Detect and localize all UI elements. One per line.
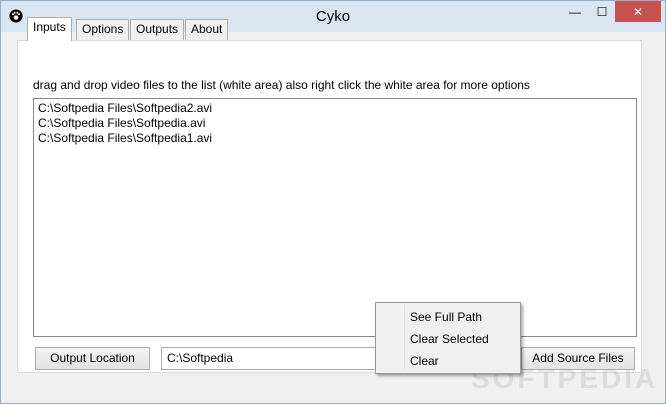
drag-drop-hint: drag and drop video files to the list (w…	[33, 78, 530, 92]
output-location-button[interactable]: Output Location	[35, 347, 150, 370]
tab-options[interactable]: Options	[76, 19, 130, 40]
maximize-icon: ☐	[596, 4, 608, 19]
source-file-list[interactable]: C:\Softpedia Files\Softpedia2.avi C:\Sof…	[33, 98, 637, 337]
output-path-field[interactable]: C:\Softpedia	[161, 347, 381, 370]
tab-inputs[interactable]: Inputs	[27, 17, 72, 41]
tab-about[interactable]: About	[185, 19, 229, 40]
list-item[interactable]: C:\Softpedia Files\Softpedia.avi	[38, 116, 205, 130]
close-icon: ✕	[632, 4, 644, 19]
maximize-button[interactable]: ☐	[589, 1, 615, 22]
list-item[interactable]: C:\Softpedia Files\Softpedia2.avi	[38, 101, 212, 115]
close-button[interactable]: ✕	[615, 1, 661, 22]
menu-gutter	[404, 305, 405, 371]
menu-item-clear-selected[interactable]: Clear Selected	[410, 332, 489, 346]
tab-label: Inputs	[33, 20, 66, 34]
menu-item-clear[interactable]: Clear	[410, 354, 439, 368]
tab-label: Outputs	[136, 22, 179, 36]
tab-label: Options	[82, 22, 124, 36]
minimize-button[interactable]: —	[561, 1, 589, 22]
output-location-label: Output Location	[50, 351, 135, 365]
menu-item-see-full-path[interactable]: See Full Path	[410, 310, 482, 324]
output-path-value: C:\Softpedia	[167, 351, 234, 365]
minimize-icon: —	[569, 4, 581, 19]
app-window: Cyko — ☐ ✕ Inputs Options Outputs About …	[0, 0, 666, 404]
list-item[interactable]: C:\Softpedia Files\Softpedia1.avi	[38, 131, 212, 145]
context-menu: See Full Path Clear Selected Clear	[375, 302, 521, 374]
tab-outputs[interactable]: Outputs	[130, 19, 185, 40]
tab-label: About	[191, 22, 223, 36]
